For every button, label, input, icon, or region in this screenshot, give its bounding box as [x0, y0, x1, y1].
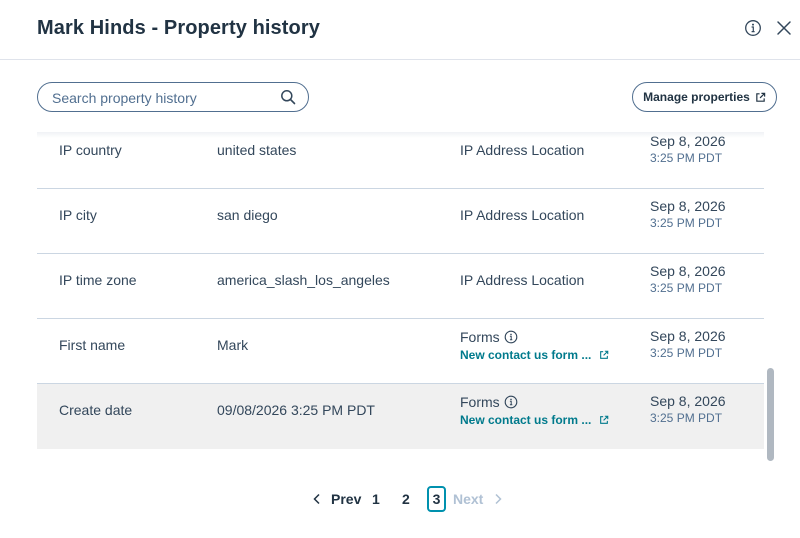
source-form-link[interactable]: New contact us form ...	[460, 348, 609, 362]
scrollbar-thumb[interactable]	[767, 368, 774, 461]
property-value: america_slash_los_angeles	[217, 272, 390, 288]
change-time: 3:25 PM PDT	[650, 151, 723, 165]
source-label: Forms	[460, 329, 500, 345]
table-row: First name Mark Forms New contact us for…	[37, 319, 764, 384]
chevron-right-icon	[495, 493, 502, 505]
property-source: IP Address Location	[460, 142, 585, 158]
search-input[interactable]	[52, 89, 272, 107]
change-time: 3:25 PM PDT	[650, 411, 723, 425]
manage-properties-label: Manage properties	[643, 90, 750, 104]
change-date: Sep 8, 2026	[650, 198, 726, 214]
change-date: Sep 8, 2026	[650, 133, 726, 149]
property-value: Mark	[217, 337, 249, 353]
table-row: IP country united states IP Address Loca…	[37, 132, 764, 189]
close-icon[interactable]	[775, 19, 793, 37]
change-date: Sep 8, 2026	[650, 328, 726, 344]
source-form-link-label: New contact us form ...	[460, 348, 592, 362]
source-form-link[interactable]: New contact us form ...	[460, 413, 609, 427]
external-link-icon	[756, 92, 766, 102]
external-link-icon	[600, 350, 609, 359]
source-form-link-label: New contact us form ...	[460, 413, 592, 427]
property-name: IP country	[59, 142, 122, 158]
change-date: Sep 8, 2026	[650, 393, 726, 409]
property-source: Forms	[460, 394, 518, 410]
search-box[interactable]	[37, 82, 309, 112]
property-name: Create date	[59, 402, 133, 418]
prev-button[interactable]: Prev	[331, 491, 361, 507]
next-button: Next	[453, 491, 484, 507]
change-date: Sep 8, 2026	[650, 263, 726, 279]
search-icon[interactable]	[280, 89, 296, 105]
manage-properties-button[interactable]: Manage properties	[632, 82, 777, 112]
info-icon[interactable]	[744, 19, 762, 37]
property-source: IP Address Location	[460, 272, 585, 288]
page-1-button[interactable]: 1	[372, 491, 380, 507]
property-name: IP time zone	[59, 272, 137, 288]
table-row: IP city san diego IP Address Location Se…	[37, 189, 764, 254]
property-history-table: IP country united states IP Address Loca…	[37, 132, 764, 450]
change-time: 3:25 PM PDT	[650, 281, 723, 295]
property-name: First name	[59, 337, 126, 353]
property-value: san diego	[217, 207, 278, 223]
property-name: IP city	[59, 207, 97, 223]
info-icon[interactable]	[504, 395, 518, 409]
change-time: 3:25 PM PDT	[650, 346, 723, 360]
table-row: Create date 09/08/2026 3:25 PM PDT Forms…	[37, 384, 764, 449]
property-value: 09/08/2026 3:25 PM PDT	[217, 402, 375, 418]
source-label: Forms	[460, 394, 500, 410]
table-row: IP time zone america_slash_los_angeles I…	[37, 254, 764, 319]
chevron-left-icon[interactable]	[312, 493, 322, 505]
property-value: united states	[217, 142, 297, 158]
page-3-button[interactable]: 3	[427, 486, 446, 512]
panel-header: Mark Hinds - Property history	[0, 0, 800, 60]
property-source: Forms	[460, 329, 518, 345]
page-title: Mark Hinds - Property history	[37, 17, 320, 39]
page-2-button[interactable]: 2	[402, 491, 410, 507]
external-link-icon	[600, 415, 609, 424]
info-icon[interactable]	[504, 330, 518, 344]
property-source: IP Address Location	[460, 207, 585, 223]
pagination: Prev 1 2 3 Next	[0, 484, 800, 514]
change-time: 3:25 PM PDT	[650, 216, 723, 230]
